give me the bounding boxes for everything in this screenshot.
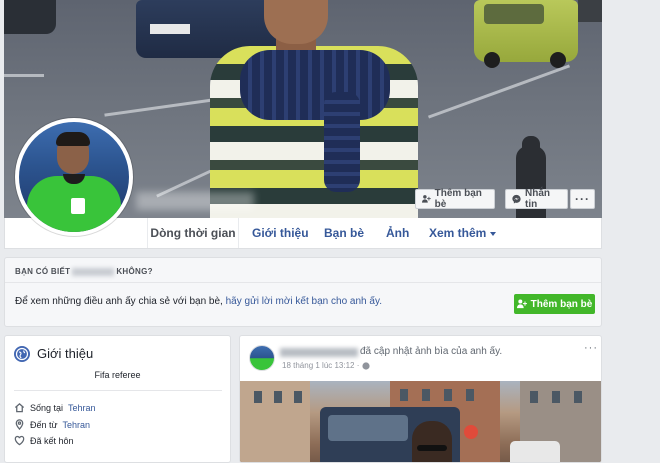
relationship-label: Đã kết hôn <box>30 435 74 446</box>
intro-heading: Giới thiệu <box>37 346 94 361</box>
post-action-text: đã cập nhật ảnh bìa của anh ấy. <box>360 346 503 357</box>
add-friend-green-label: Thêm bạn bè <box>530 298 593 310</box>
card-message-text: Để xem những điều anh ấy chia sẻ với bạn… <box>15 296 223 307</box>
messenger-icon <box>512 194 521 204</box>
tab-about[interactable]: Giới thiệu <box>252 218 309 248</box>
tab-more-label: Xem thêm <box>429 226 487 240</box>
add-friend-label: Thêm bạn bè <box>434 188 482 210</box>
globe-privacy-icon <box>362 361 370 370</box>
post-cover-photo[interactable] <box>240 381 601 462</box>
post-timestamp[interactable]: 18 tháng 1 lúc 13:12 · <box>282 361 359 370</box>
location-pin-icon <box>15 419 24 430</box>
heart-icon <box>14 435 25 446</box>
cover-car <box>4 0 56 34</box>
add-friend-green-button[interactable]: Thêm bạn bè <box>514 294 595 314</box>
intro-bio: Fifa referee <box>94 370 141 380</box>
message-button[interactable]: Nhắn tin <box>505 188 568 210</box>
intro-relationship: Đã kết hôn <box>14 435 74 446</box>
intro-card: Giới thiệu Fifa referee Sống tại Tehran … <box>4 335 231 463</box>
cover-car <box>578 0 602 22</box>
from-label: Đến từ <box>30 419 58 430</box>
intro-from: Đến từ Tehran <box>14 419 90 430</box>
add-friend-icon <box>516 299 527 309</box>
post-author-avatar[interactable] <box>249 345 275 371</box>
intro-lives-in: Sống tại Tehran <box>14 402 96 413</box>
message-label: Nhắn tin <box>525 188 550 210</box>
tab-more[interactable]: Xem thêm <box>429 218 497 248</box>
card-title-prefix: BẠN CÓ BIẾT <box>15 267 71 276</box>
card-title-suffix: KHÔNG? <box>116 267 153 276</box>
tab-friends[interactable]: Bạn bè <box>324 218 364 248</box>
divider <box>5 282 601 283</box>
more-dots-icon: ··· <box>575 192 590 206</box>
lives-in-label: Sống tại <box>30 402 64 413</box>
page-margin <box>606 0 660 463</box>
redacted-name <box>72 267 115 276</box>
more-options-button[interactable]: ··· <box>570 189 595 209</box>
profile-picture[interactable] <box>15 118 133 236</box>
add-friend-button[interactable]: Thêm bạn bè <box>415 188 495 210</box>
lives-in-city-link[interactable]: Tehran <box>68 403 96 413</box>
card-title: BẠN CÓ BIẾT KHÔNG? <box>15 267 153 276</box>
post-options-button[interactable]: ··· <box>584 342 598 354</box>
post-card: đã cập nhật ảnh bìa của anh ấy. 18 tháng… <box>239 335 602 463</box>
tab-photos[interactable]: Ảnh <box>386 218 409 248</box>
do-you-know-card: BẠN CÓ BIẾT KHÔNG? Để xem những điều anh … <box>4 257 602 327</box>
from-city-link[interactable]: Tehran <box>63 420 91 430</box>
cover-car <box>474 0 578 68</box>
tab-timeline[interactable]: Dòng thời gian <box>147 218 239 248</box>
globe-icon <box>14 346 30 362</box>
profile-name-redacted <box>136 192 254 210</box>
caret-down-icon <box>490 231 497 236</box>
send-friend-request-link[interactable]: hãy gửi lời mời kết bạn cho anh ấy. <box>226 296 382 307</box>
divider <box>14 390 222 391</box>
post-author-name-redacted[interactable] <box>280 348 358 357</box>
card-message: Để xem những điều anh ấy chia sẻ với bạn… <box>15 296 382 307</box>
home-icon <box>14 402 25 413</box>
post-meta: 18 tháng 1 lúc 13:12 · <box>282 361 370 370</box>
cover-person <box>206 0 422 218</box>
add-friend-icon <box>422 195 431 203</box>
